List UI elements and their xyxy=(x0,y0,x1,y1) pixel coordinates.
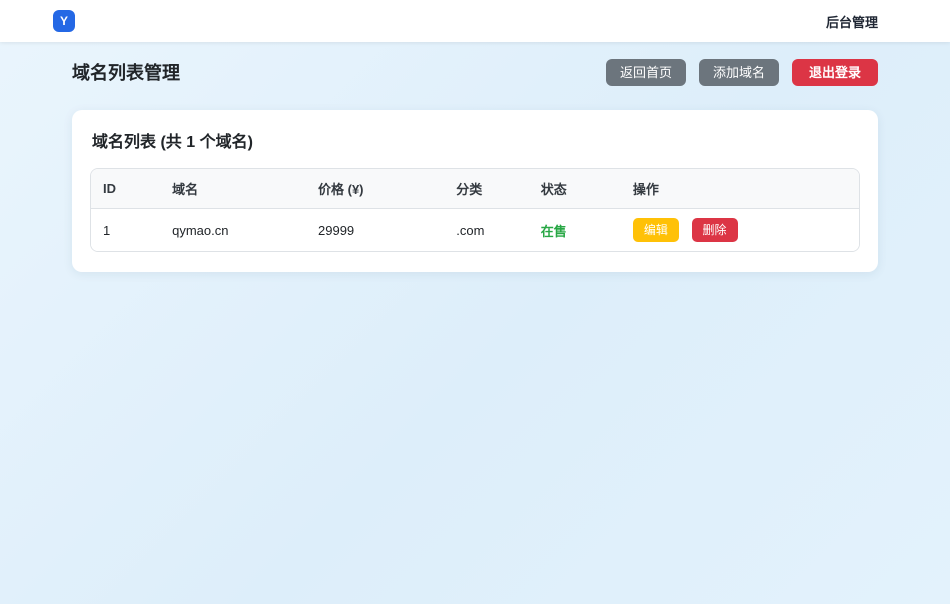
add-domain-button[interactable]: 添加域名 xyxy=(699,59,779,86)
cell-price: 29999 xyxy=(306,209,444,252)
top-navbar: Y 后台管理 xyxy=(0,0,950,42)
admin-link[interactable]: 后台管理 xyxy=(826,12,878,31)
logo-letter: Y xyxy=(60,15,68,27)
column-header-status: 状态 xyxy=(529,169,621,209)
card-title: 域名列表 (共 1 个域名) xyxy=(92,128,860,152)
logo[interactable]: Y xyxy=(53,10,75,32)
cell-domain: qymao.cn xyxy=(160,209,306,252)
cell-id: 1 xyxy=(91,209,160,252)
page-title: 域名列表管理 xyxy=(72,59,180,85)
column-header-price: 价格 (¥) xyxy=(306,169,444,209)
back-home-button[interactable]: 返回首页 xyxy=(606,59,686,86)
column-header-domain: 域名 xyxy=(160,169,306,209)
column-header-id: ID xyxy=(91,169,160,209)
table-row: 1 qymao.cn 29999 .com 在售 编辑 删除 xyxy=(91,209,859,252)
domain-table: ID 域名 价格 (¥) 分类 状态 操作 1 qymao.cn 29999 .… xyxy=(91,169,859,251)
table-header-row: ID 域名 价格 (¥) 分类 状态 操作 xyxy=(91,169,859,209)
column-header-actions: 操作 xyxy=(621,169,859,209)
page-header: 域名列表管理 返回首页 添加域名 退出登录 xyxy=(72,57,878,87)
edit-button[interactable]: 编辑 xyxy=(633,218,679,242)
delete-button[interactable]: 删除 xyxy=(692,218,738,242)
header-buttons: 返回首页 添加域名 退出登录 xyxy=(606,59,878,86)
domain-list-card: 域名列表 (共 1 个域名) ID 域名 价格 (¥) 分类 状态 操作 xyxy=(72,110,878,272)
cell-status: 在售 xyxy=(529,209,621,252)
cell-category: .com xyxy=(444,209,528,252)
domain-table-container: ID 域名 价格 (¥) 分类 状态 操作 1 qymao.cn 29999 .… xyxy=(90,168,860,252)
main-content: 域名列表管理 返回首页 添加域名 退出登录 域名列表 (共 1 个域名) ID … xyxy=(72,57,878,272)
cell-actions: 编辑 删除 xyxy=(621,209,859,252)
logout-button[interactable]: 退出登录 xyxy=(792,59,878,86)
column-header-category: 分类 xyxy=(444,169,528,209)
status-badge: 在售 xyxy=(541,224,567,239)
